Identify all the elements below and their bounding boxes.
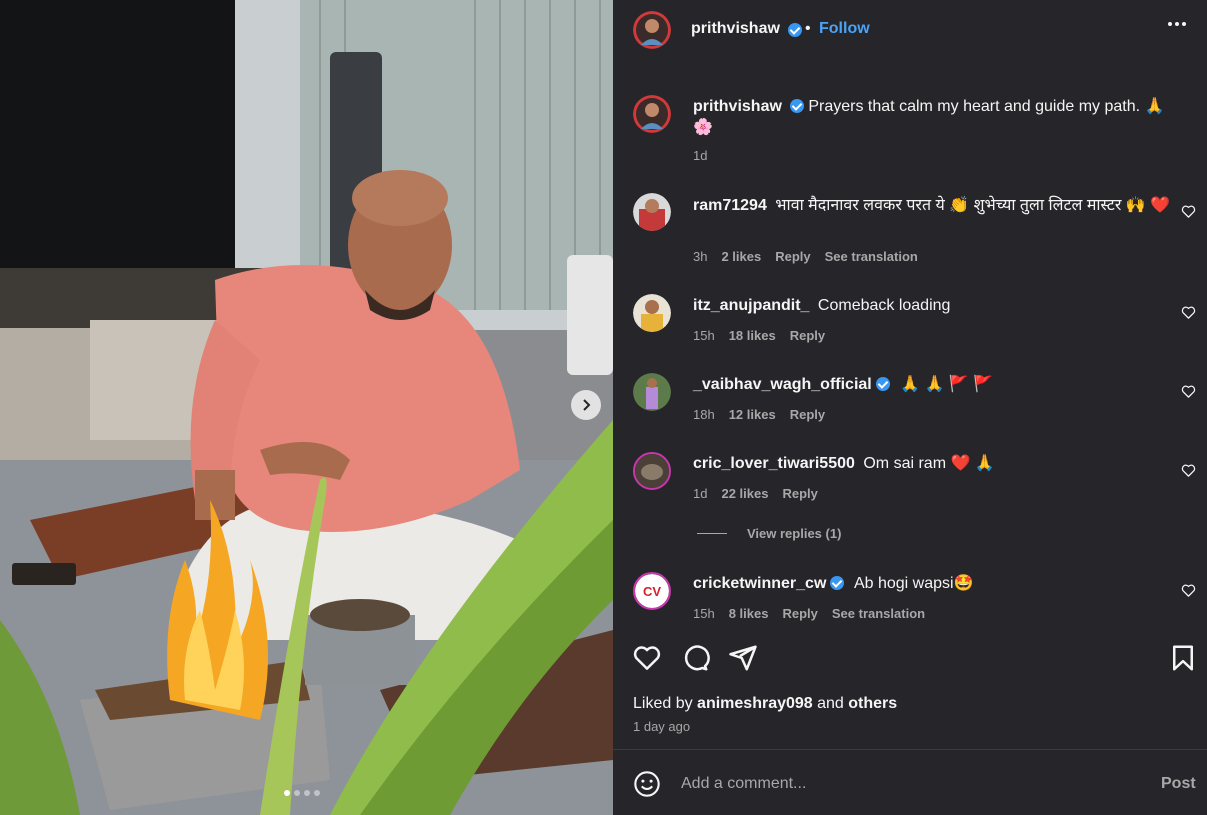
action-bar (613, 643, 1207, 675)
carousel-dot (294, 790, 300, 796)
comments-panel: prithvishaw • Follow prithvishaw Prayers… (613, 0, 1207, 815)
comment-likes[interactable]: 18 likes (729, 328, 776, 343)
reply-button[interactable]: Reply (775, 249, 810, 264)
avatar-image (635, 454, 669, 488)
reply-button[interactable]: Reply (790, 407, 825, 422)
view-replies-button[interactable]: View replies (1) (697, 526, 841, 541)
post-timestamp[interactable]: 1 day ago (633, 719, 690, 734)
likes-others-link[interactable]: others (848, 695, 897, 712)
avatar[interactable]: CV (633, 572, 671, 610)
caption-meta: 1d (693, 148, 707, 163)
comment-username[interactable]: cric_lover_tiwari5500 (693, 455, 855, 472)
comment-text: Comeback loading (817, 297, 951, 314)
avatar[interactable] (633, 373, 671, 411)
avatar-image (633, 95, 671, 133)
comment-timestamp[interactable]: 15h (693, 606, 715, 621)
comment-body: cricketwinner_cw Ab hogi wapsi🤩 (693, 573, 1173, 594)
likes-summary: Liked by animeshray098 and others (633, 695, 897, 713)
svg-text:CV: CV (643, 584, 661, 599)
post-photo[interactable] (0, 0, 613, 815)
verified-badge-icon (830, 576, 845, 590)
replies-divider-line (697, 533, 727, 534)
like-heart-icon[interactable] (632, 643, 662, 673)
comment-text: भावा मैदानावर लवकर परत ये 👏 शुभेच्या तुल… (775, 197, 1171, 214)
reply-button[interactable]: Reply (782, 606, 817, 621)
like-comment-heart-icon[interactable] (1181, 204, 1196, 219)
avatar[interactable] (633, 294, 671, 332)
avatar[interactable] (633, 95, 671, 133)
add-comment-input[interactable] (681, 771, 1121, 797)
comment-meta: 15h 18 likes Reply (693, 328, 825, 343)
comment-body: _vaibhav_wagh_official 🙏 🙏 🚩 🚩 (693, 374, 1173, 395)
more-options-icon[interactable] (1168, 22, 1186, 26)
comment-timestamp[interactable]: 1d (693, 486, 707, 501)
comment-meta: 15h 8 likes Reply See translation (693, 606, 925, 621)
post-header: prithvishaw • Follow (613, 0, 1207, 62)
save-bookmark-icon[interactable] (1168, 643, 1198, 673)
composer-divider (613, 749, 1207, 750)
liked-by-user-link[interactable]: animeshray098 (697, 695, 813, 712)
reply-button[interactable]: Reply (790, 328, 825, 343)
like-comment-heart-icon[interactable] (1181, 463, 1196, 478)
post-comment-button[interactable]: Post (1161, 775, 1196, 793)
follow-button[interactable]: Follow (819, 20, 870, 38)
likes-prefix: Liked by (633, 695, 698, 712)
like-comment-heart-icon[interactable] (1181, 305, 1196, 320)
comment-username[interactable]: cricketwinner_cw (693, 575, 826, 592)
see-translation-button[interactable]: See translation (825, 249, 918, 264)
comment-bubble-icon[interactable] (680, 643, 710, 673)
view-replies-label: View replies (1) (747, 526, 842, 541)
carousel-indicator (284, 790, 320, 796)
verified-badge-icon (789, 99, 804, 113)
separator-dot: • (805, 20, 811, 37)
avatar[interactable] (633, 11, 671, 49)
reply-button[interactable]: Reply (782, 486, 817, 501)
post-author-username[interactable]: prithvishaw (691, 20, 780, 38)
comment-meta: 3h 2 likes Reply See translation (693, 249, 918, 264)
avatar[interactable] (633, 452, 671, 490)
carousel-dot (284, 790, 290, 796)
comment-username[interactable]: _vaibhav_wagh_official (693, 376, 872, 393)
caption-timestamp[interactable]: 1d (693, 148, 707, 163)
like-comment-heart-icon[interactable] (1181, 583, 1196, 598)
comment-text: Ab hogi wapsi🤩 (853, 575, 974, 592)
comment-username[interactable]: itz_anujpandit_ (693, 297, 809, 314)
next-slide-button[interactable] (571, 390, 601, 420)
comment-timestamp[interactable]: 3h (693, 249, 707, 264)
comment-text: Om sai ram ❤️ 🙏 (863, 455, 995, 472)
likes-middle: and (812, 695, 849, 712)
photo-scene (0, 0, 613, 815)
avatar[interactable] (633, 193, 671, 231)
carousel-dot (314, 790, 320, 796)
comment-meta: 1d 22 likes Reply (693, 486, 818, 501)
comment-likes[interactable]: 2 likes (721, 249, 761, 264)
comment-likes[interactable]: 8 likes (729, 606, 769, 621)
verified-badge-icon (875, 377, 890, 391)
share-send-icon[interactable] (728, 643, 758, 673)
comment-timestamp[interactable]: 18h (693, 407, 715, 422)
verified-badge-icon (788, 23, 802, 37)
emoji-icon[interactable] (633, 770, 661, 798)
caption-body: prithvishaw Prayers that calm my heart a… (693, 96, 1173, 138)
avatar-image (633, 11, 671, 49)
comment-meta: 18h 12 likes Reply (693, 407, 825, 422)
comment-likes[interactable]: 12 likes (729, 407, 776, 422)
comment-text: 🙏 🙏 🚩 🚩 (900, 376, 994, 393)
avatar-image (633, 294, 671, 332)
comment-username[interactable]: ram71294 (693, 197, 767, 214)
carousel-dot (304, 790, 310, 796)
comment-body: ram71294 भावा मैदानावर लवकर परत ये 👏 शुभ… (693, 195, 1173, 216)
like-comment-heart-icon[interactable] (1181, 384, 1196, 399)
avatar-image: CV (635, 574, 669, 608)
avatar-image (633, 193, 671, 231)
see-translation-button[interactable]: See translation (832, 606, 925, 621)
comment-body: itz_anujpandit_ Comeback loading (693, 295, 1173, 316)
comment-body: cric_lover_tiwari5500 Om sai ram ❤️ 🙏 (693, 453, 1173, 474)
avatar-image (633, 373, 671, 411)
comment-likes[interactable]: 22 likes (721, 486, 768, 501)
caption-username[interactable]: prithvishaw (693, 98, 782, 115)
comment-timestamp[interactable]: 15h (693, 328, 715, 343)
chevron-right-icon (583, 399, 591, 411)
